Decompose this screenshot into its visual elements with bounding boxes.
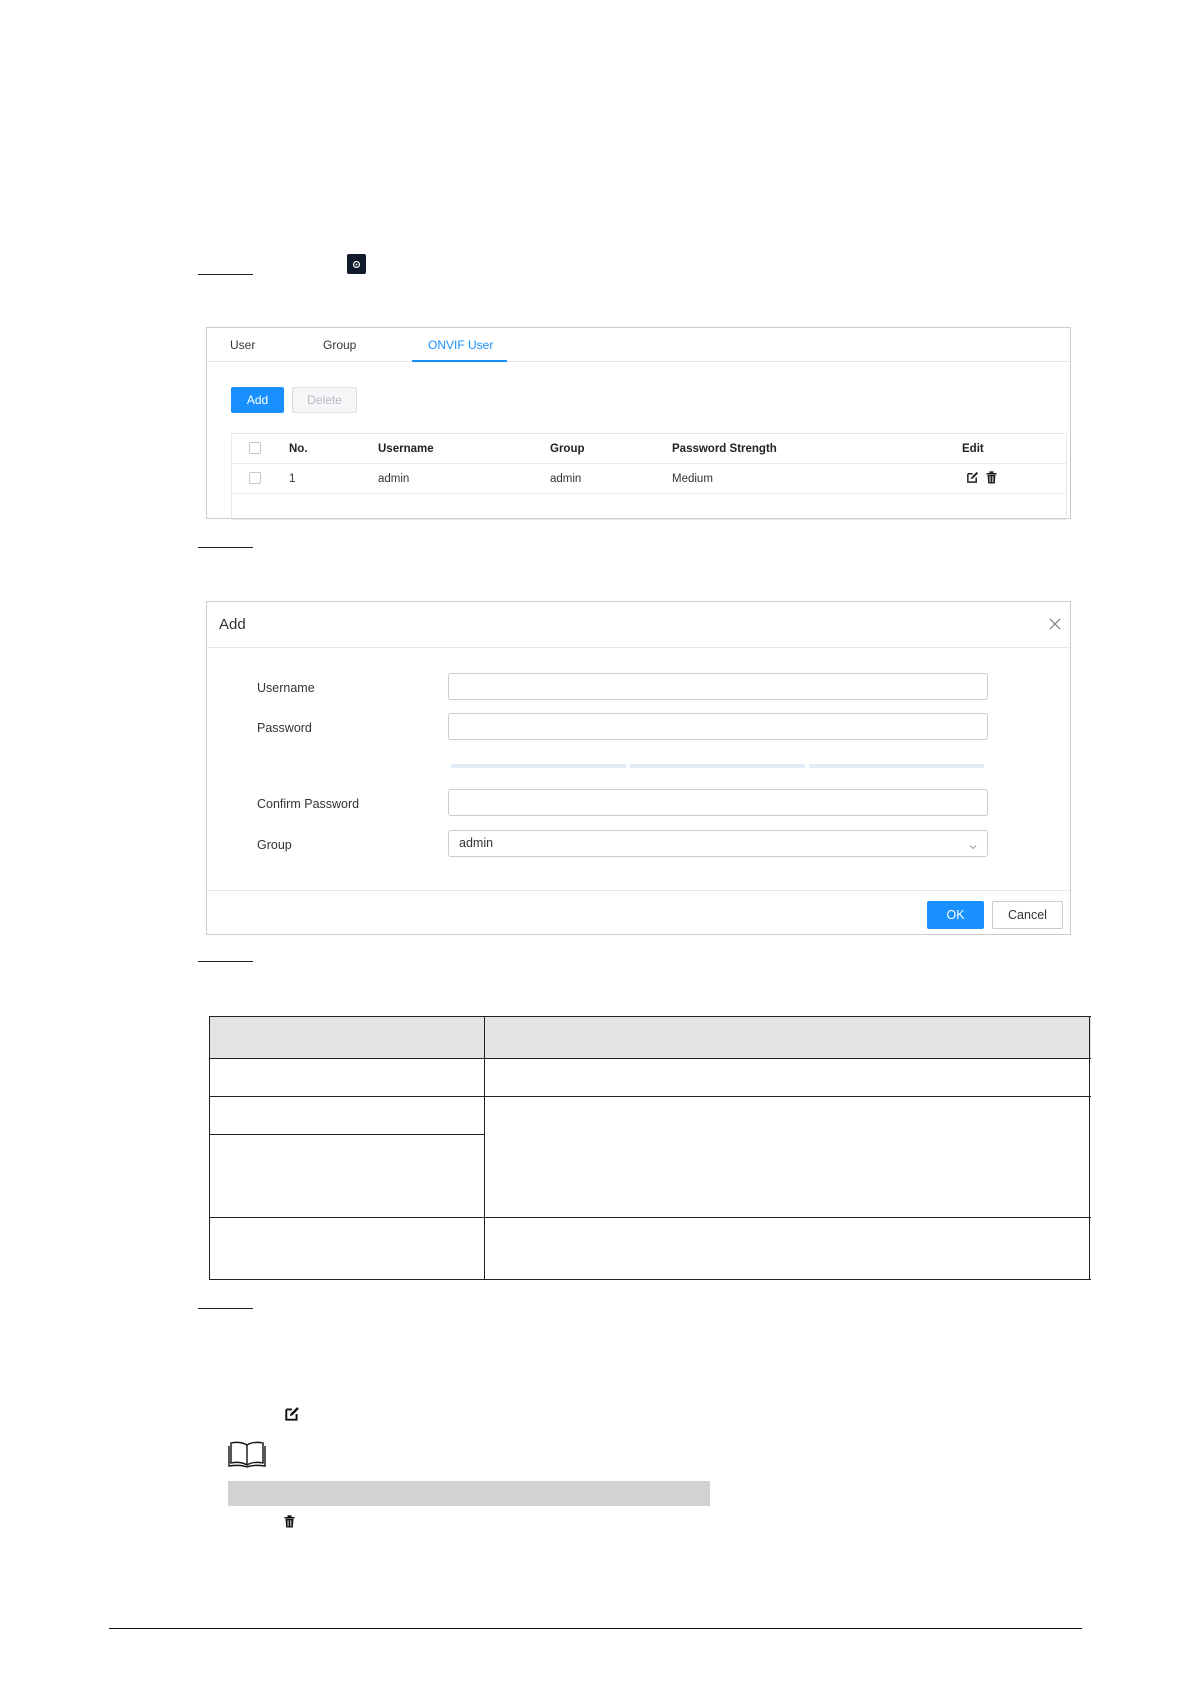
add-dialog: Add Username Password Confirm Password G… <box>206 601 1071 935</box>
table-border <box>209 1279 1091 1280</box>
group-label: Group <box>257 838 292 852</box>
table-header: No. Username Group Password Strength Edi… <box>232 434 1066 464</box>
column-header-username: Username <box>378 443 434 455</box>
table-row: 1 admin admin Medium <box>232 464 1066 494</box>
step-marker-4 <box>198 1308 253 1309</box>
step-marker-3 <box>198 961 253 962</box>
user-table: No. Username Group Password Strength Edi… <box>231 433 1067 520</box>
dialog-footer-divider <box>207 890 1070 891</box>
table-border <box>1089 1016 1090 1280</box>
column-header-edit: Edit <box>962 443 984 455</box>
close-icon[interactable] <box>1048 617 1062 631</box>
password-strength-bar-strong <box>809 764 984 768</box>
chevron-down-icon <box>969 840 977 850</box>
ok-button[interactable]: OK <box>927 901 984 929</box>
table-border <box>209 1217 1091 1218</box>
password-strength-bar-weak <box>451 764 626 768</box>
cancel-button[interactable]: Cancel <box>992 901 1063 929</box>
add-button[interactable]: Add <box>231 387 284 413</box>
edit-icon <box>284 1406 300 1427</box>
group-select-value: admin <box>459 836 494 850</box>
password-strength-bar-medium <box>630 764 805 768</box>
footer-rule <box>109 1628 1082 1629</box>
column-header-group: Group <box>550 443 585 455</box>
trash-icon[interactable] <box>986 471 997 489</box>
step-marker-2 <box>198 547 253 548</box>
password-label: Password <box>257 721 312 735</box>
column-header-password-strength: Password Strength <box>672 443 777 455</box>
trash-icon <box>284 1515 295 1533</box>
username-input[interactable] <box>448 673 988 700</box>
delete-button[interactable]: Delete <box>292 387 357 413</box>
book-icon <box>228 1440 266 1473</box>
step-marker-1 <box>198 274 253 275</box>
confirm-password-input[interactable] <box>448 789 988 816</box>
onvif-user-panel: User Group ONVIF User Add Delete No. Use… <box>206 327 1071 520</box>
select-all-checkbox[interactable] <box>249 442 261 454</box>
cell-username: admin <box>378 473 410 485</box>
cell-password-strength: Medium <box>672 473 713 485</box>
parameter-table <box>209 1016 1091 1280</box>
column-header-no: No. <box>289 443 308 455</box>
row-checkbox[interactable] <box>249 472 261 484</box>
gear-icon <box>347 254 366 274</box>
table-border <box>209 1016 210 1280</box>
table-border <box>484 1016 485 1280</box>
table-border <box>209 1016 1091 1017</box>
edit-icon[interactable] <box>966 471 979 489</box>
group-select[interactable]: admin <box>448 830 988 857</box>
table-border <box>209 1134 485 1135</box>
username-label: Username <box>257 681 315 695</box>
dialog-title: Add <box>219 616 246 633</box>
password-input[interactable] <box>448 713 988 740</box>
active-tab-indicator <box>412 360 507 362</box>
tab-onvif-user[interactable]: ONVIF User <box>428 338 493 352</box>
note-divider <box>228 1481 710 1506</box>
table-border <box>209 1096 1091 1097</box>
cell-group: admin <box>550 473 582 485</box>
table-border <box>209 1058 1091 1059</box>
parameter-table-header <box>209 1016 1091 1058</box>
confirm-password-label: Confirm Password <box>257 797 360 811</box>
tab-group[interactable]: Group <box>323 338 356 352</box>
cell-no: 1 <box>289 473 296 485</box>
tab-user[interactable]: User <box>230 338 255 352</box>
dialog-header-divider <box>207 647 1070 648</box>
tab-bar: User Group ONVIF User <box>207 328 1070 362</box>
